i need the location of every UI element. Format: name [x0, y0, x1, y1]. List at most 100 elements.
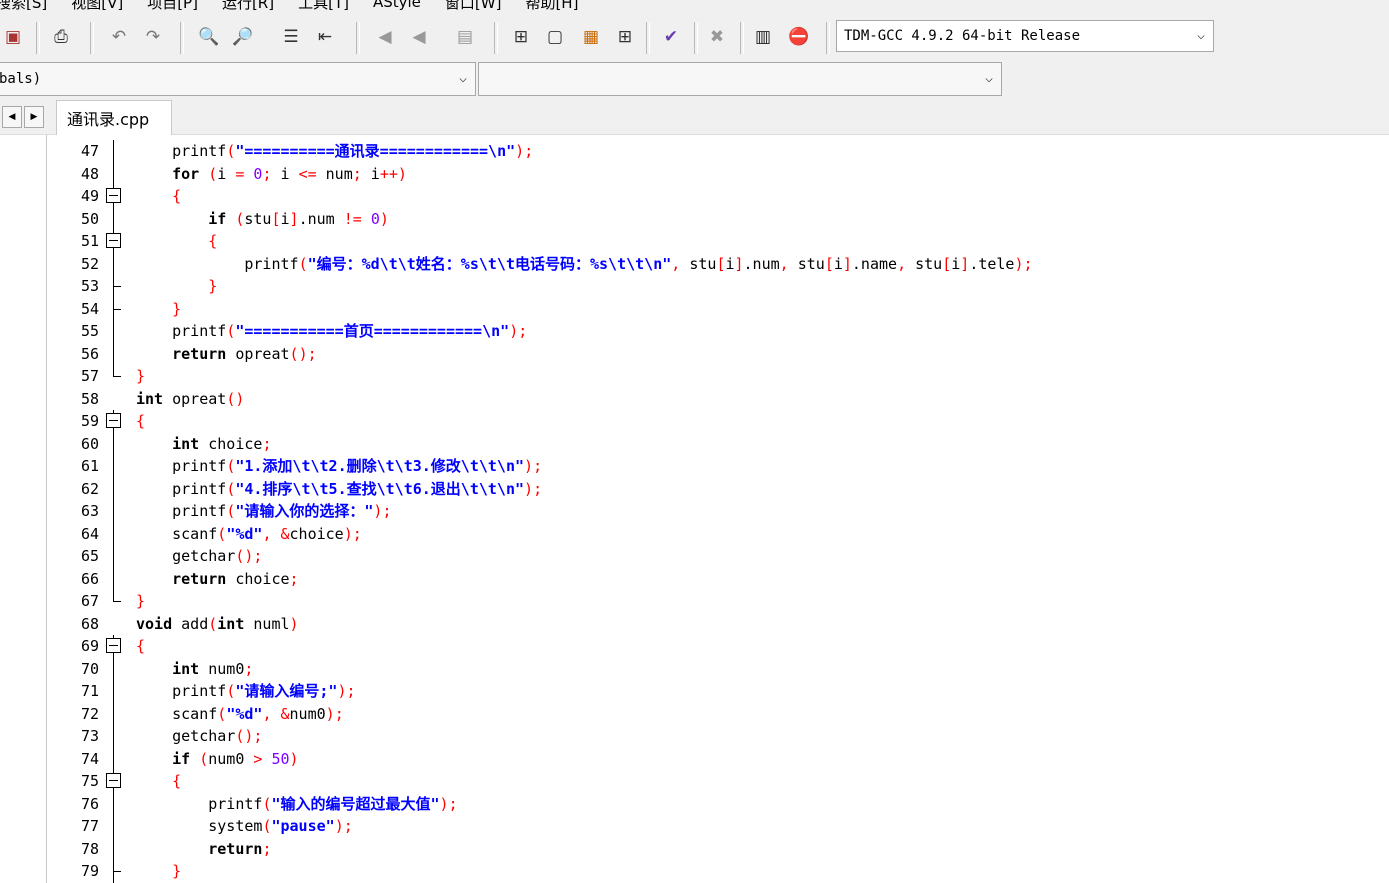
print-icon[interactable]: ⎙ — [48, 24, 74, 50]
fold-collapse-icon[interactable] — [104, 635, 124, 658]
code-text[interactable]: } — [136, 275, 217, 298]
find-icon[interactable]: 🔍 — [196, 24, 222, 50]
line-number[interactable]: 68 — [47, 613, 99, 636]
code-text[interactable]: if (num0 > 50) — [136, 748, 298, 771]
line-number[interactable]: 75 — [47, 770, 99, 793]
line-number[interactable]: 72 — [47, 703, 99, 726]
code-text[interactable]: return choice; — [136, 568, 298, 591]
line-number[interactable]: 65 — [47, 545, 99, 568]
line-number[interactable]: 62 — [47, 478, 99, 501]
redo-icon[interactable]: ↷ — [140, 24, 166, 50]
menu-help[interactable]: 帮助[H] — [525, 0, 578, 13]
menu-search[interactable]: 搜索[S] — [0, 0, 47, 13]
code-text[interactable]: getchar(); — [136, 545, 262, 568]
menu-window[interactable]: 窗口[W] — [445, 0, 502, 13]
tab-scroll-right-icon[interactable]: ▶ — [24, 106, 44, 128]
code-text[interactable]: } — [136, 860, 181, 883]
member-combo[interactable]: ⌵ — [478, 62, 1002, 96]
code-text[interactable]: printf("输入的编号超过最大值"); — [136, 793, 457, 816]
code-text[interactable]: } — [136, 590, 145, 613]
compiler-select[interactable]: TDM-GCC 4.9.2 64-bit Release ⌵ — [836, 20, 1214, 52]
code-text[interactable]: int num0; — [136, 658, 253, 681]
line-number[interactable]: 79 — [47, 860, 99, 883]
code-text[interactable]: printf("1.添加\t\t2.删除\t\t3.修改\t\t\n"); — [136, 455, 542, 478]
code-text[interactable]: void add(int numl) — [136, 613, 299, 636]
fullscreen-icon[interactable]: ▢ — [542, 24, 568, 50]
code-text[interactable]: system("pause"); — [136, 815, 353, 838]
class-combo[interactable]: bals) ⌵ — [0, 62, 476, 96]
code-text[interactable]: printf("编号：%d\t\t姓名：%s\t\t电话号码：%s\t\t\n"… — [136, 253, 1032, 276]
line-number[interactable]: 55 — [47, 320, 99, 343]
code-text[interactable]: int choice; — [136, 433, 271, 456]
line-number[interactable]: 60 — [47, 433, 99, 456]
code-text[interactable]: int opreat() — [136, 388, 244, 411]
code-text[interactable]: { — [136, 410, 145, 433]
toggle-bookmark-icon[interactable]: ◀ — [372, 24, 398, 50]
fold-collapse-icon[interactable] — [104, 230, 124, 253]
code-editor[interactable]: 47 printf("==========通讯录============\n")… — [47, 135, 1389, 883]
line-number[interactable]: 58 — [47, 388, 99, 411]
line-number[interactable]: 74 — [47, 748, 99, 771]
unindent-icon[interactable]: ⇤ — [312, 24, 338, 50]
code-text[interactable]: scanf("%d", &num0); — [136, 703, 344, 726]
code-text[interactable]: } — [136, 365, 145, 388]
line-number[interactable]: 67 — [47, 590, 99, 613]
project-icon[interactable]: ▦ — [578, 24, 604, 50]
line-number[interactable]: 57 — [47, 365, 99, 388]
code-text[interactable]: { — [136, 185, 181, 208]
undo-icon[interactable]: ↶ — [106, 24, 132, 50]
line-number[interactable]: 49 — [47, 185, 99, 208]
fold-collapse-icon[interactable] — [104, 410, 124, 433]
code-text[interactable]: if (stu[i].num != 0) — [136, 208, 389, 231]
code-text[interactable]: return; — [136, 838, 271, 861]
code-text[interactable]: { — [136, 635, 145, 658]
replace-icon[interactable]: 🔎 — [230, 24, 256, 50]
profile-chart-icon[interactable]: ▥ — [750, 24, 776, 50]
line-number[interactable]: 71 — [47, 680, 99, 703]
line-number[interactable]: 59 — [47, 410, 99, 433]
indent-icon[interactable]: ☰ — [278, 24, 304, 50]
fold-collapse-icon[interactable] — [104, 770, 124, 793]
code-text[interactable]: for (i = 0; i <= num; i++) — [136, 163, 407, 186]
line-number[interactable]: 47 — [47, 140, 99, 163]
line-number[interactable]: 63 — [47, 500, 99, 523]
code-text[interactable]: printf("请输入你的选择："); — [136, 500, 391, 523]
line-number[interactable]: 48 — [47, 163, 99, 186]
line-number[interactable]: 52 — [47, 253, 99, 276]
menu-run[interactable]: 运行[R] — [222, 0, 274, 13]
line-number[interactable]: 64 — [47, 523, 99, 546]
goto-bookmark-icon[interactable]: ◀ — [406, 24, 432, 50]
line-number[interactable]: 76 — [47, 793, 99, 816]
close-file-icon[interactable]: ▣ — [0, 24, 26, 50]
line-number[interactable]: 56 — [47, 343, 99, 366]
line-number[interactable]: 54 — [47, 298, 99, 321]
menu-tools[interactable]: 工具[T] — [298, 0, 349, 13]
line-number[interactable]: 61 — [47, 455, 99, 478]
code-text[interactable]: return opreat(); — [136, 343, 317, 366]
layout-icon[interactable]: ⊞ — [612, 24, 638, 50]
code-text[interactable]: { — [136, 770, 181, 793]
check-syntax-icon[interactable]: ✔ — [658, 24, 684, 50]
tab-scroll-left-icon[interactable]: ◀ — [2, 106, 22, 128]
delete-profile-icon[interactable]: ⛔ — [786, 24, 812, 50]
line-number[interactable]: 51 — [47, 230, 99, 253]
line-number[interactable]: 66 — [47, 568, 99, 591]
code-text[interactable]: printf("请输入编号;"); — [136, 680, 355, 703]
code-text[interactable]: } — [136, 298, 181, 321]
code-text[interactable]: { — [136, 230, 217, 253]
fold-collapse-icon[interactable] — [104, 185, 124, 208]
code-text[interactable]: printf("===========首页============\n"); — [136, 320, 527, 343]
code-text[interactable]: scanf("%d", &choice); — [136, 523, 362, 546]
line-number[interactable]: 73 — [47, 725, 99, 748]
menu-view[interactable]: 视图[V] — [71, 0, 123, 13]
code-text[interactable]: printf("==========通讯录============\n"); — [136, 140, 533, 163]
tab-file[interactable]: 通讯录.cpp — [56, 100, 172, 135]
code-text[interactable]: printf("4.排序\t\t5.查找\t\t6.退出\t\t\n"); — [136, 478, 542, 501]
tile-windows-icon[interactable]: ⊞ — [508, 24, 534, 50]
line-number[interactable]: 77 — [47, 815, 99, 838]
line-number[interactable]: 69 — [47, 635, 99, 658]
stop-icon[interactable]: ✖ — [704, 24, 730, 50]
comment-icon[interactable]: ▤ — [452, 24, 478, 50]
line-number[interactable]: 70 — [47, 658, 99, 681]
line-number[interactable]: 53 — [47, 275, 99, 298]
